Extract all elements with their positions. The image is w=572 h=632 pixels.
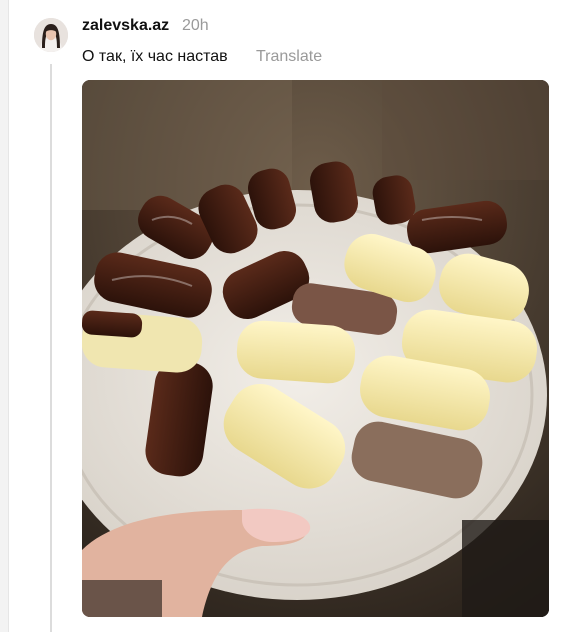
- translate-link[interactable]: Translate: [256, 48, 322, 66]
- avatar-photo-icon: [34, 18, 68, 52]
- thread-post: zalevska.az 20h О так, їх час настав Tra…: [0, 0, 572, 632]
- post-image[interactable]: [82, 80, 549, 617]
- post-text: О так, їх час настав: [82, 48, 228, 65]
- avatar[interactable]: [34, 18, 68, 52]
- username-link[interactable]: zalevska.az: [82, 17, 169, 35]
- thread-connector-line: [50, 64, 52, 632]
- post-timestamp: 20h: [182, 17, 209, 34]
- window-edge: [0, 0, 9, 632]
- eclairs-photo-icon: [82, 80, 549, 617]
